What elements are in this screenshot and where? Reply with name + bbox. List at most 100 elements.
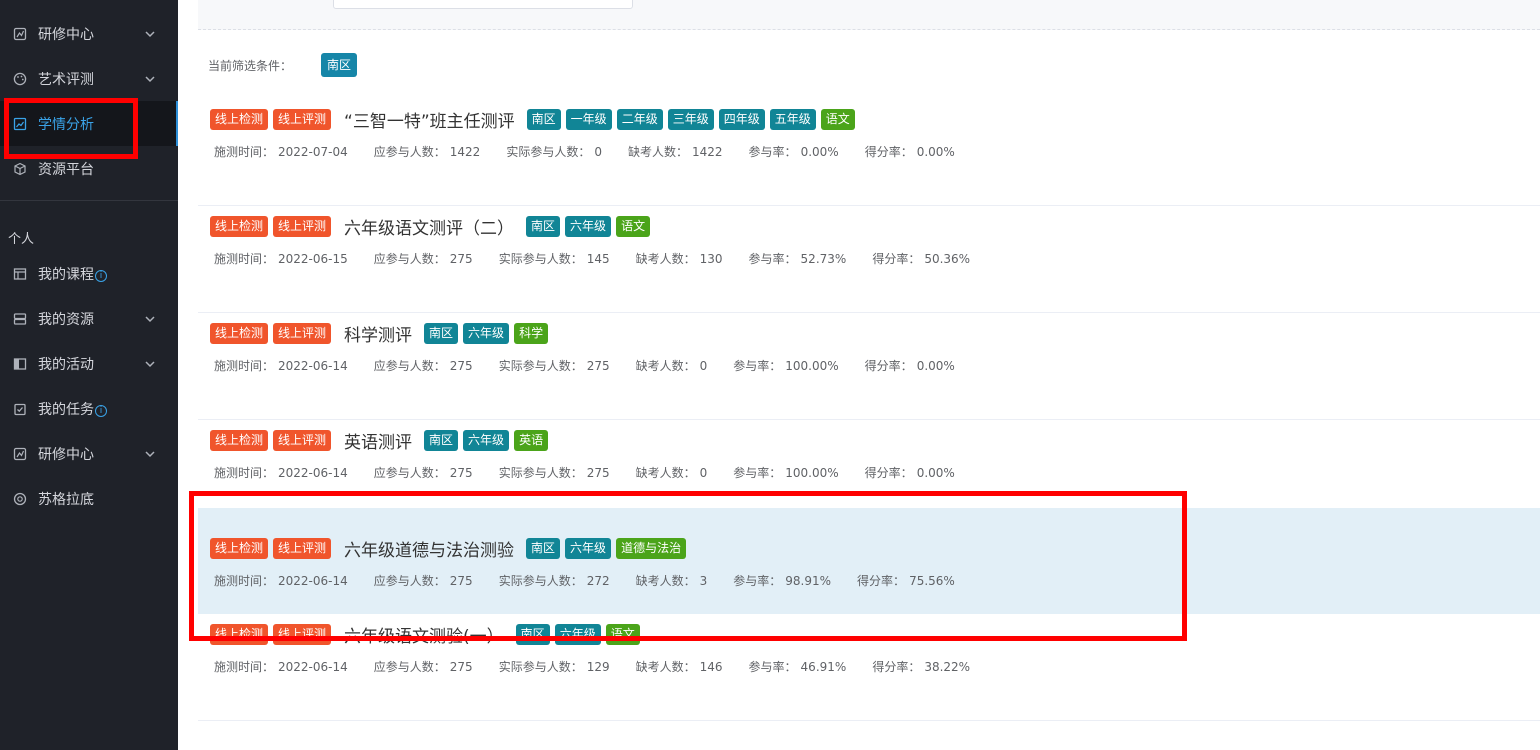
meta-absent: 缺考人数： 1422 (628, 143, 723, 160)
meta-value: 46.91% (800, 660, 847, 674)
filter-tag[interactable]: 南区 (321, 53, 358, 77)
sidebar-divider (0, 200, 178, 201)
meta-actual: 实际参与人数： 272 (499, 572, 610, 589)
meta-label: 参与率： (733, 574, 782, 588)
meta-label: 得分率： (864, 145, 913, 159)
meta-score: 得分率： 0.00% (865, 464, 955, 481)
research-icon (13, 447, 27, 460)
assessment-title-line: 线上检测 线上评测 英语测评 南区 六年级 英语 (210, 428, 553, 453)
subject-tag: 语文 (820, 108, 855, 130)
assessment-row[interactable]: 线上检测 线上评测 六年级语文测验(一） 南区 六年级 语文 施测时间： 2022-06-14… (198, 615, 1540, 721)
type-tag: 线上评测 (273, 429, 332, 451)
meta-label: 实际参与人数： (498, 252, 583, 266)
meta-label: 得分率： (864, 466, 913, 480)
meta-value: 275 (586, 359, 610, 373)
info-icon[interactable]: i (95, 404, 107, 417)
sidebar-item-research-center[interactable]: 研修中心 (0, 11, 178, 56)
meta-label: 施测时间： (214, 359, 275, 373)
assessment-meta: 施测时间： 2022-06-14 应参与人数： 275 实际参与人数： 275 缺考人数： 0… (214, 464, 955, 481)
task-icon (14, 403, 26, 415)
subject-tag: 科学 (514, 322, 549, 344)
assessment-meta: 施测时间： 2022-06-14 应参与人数： 275 实际参与人数： 275 缺考人数： 0… (214, 357, 955, 374)
meta-date: 施测时间： 2022-06-14 (214, 357, 348, 374)
meta-value: 100.00% (785, 359, 839, 373)
sidebar-item-my-tasks[interactable]: 我的任务 i (0, 386, 178, 431)
meta-actual: 实际参与人数： 145 (499, 250, 610, 267)
meta-label: 缺考人数： (635, 466, 696, 480)
meta-label: 应参与人数： (373, 466, 446, 480)
chevron-down-icon (145, 450, 155, 457)
meta-rate: 参与率： 0.00% (749, 143, 839, 160)
meta-label: 参与率： (733, 466, 782, 480)
assessment-title[interactable]: 六年级语文测验(一） (344, 622, 504, 647)
type-tag: 线上检测 (210, 215, 269, 237)
meta-value: 272 (586, 574, 610, 588)
sidebar-item-art-assessment[interactable]: 艺术评测 (0, 56, 178, 101)
assessment-title[interactable]: 六年级道德与法治测验 (344, 536, 514, 561)
sidebar-item-my-courses[interactable]: 我的课程 i (0, 251, 178, 296)
sidebar-item-label: 研修中心 (38, 26, 94, 43)
meta-expected: 应参与人数： 275 (374, 464, 473, 481)
assessment-meta: 施测时间： 2022-06-14 应参与人数： 275 实际参与人数： 272 缺考人数： 3… (214, 572, 955, 589)
sidebar-item-socrates[interactable]: 苏格拉底 (0, 476, 178, 521)
sidebar-item-my-resources[interactable]: 我的资源 (0, 296, 178, 341)
meta-value: 98.91% (785, 574, 832, 588)
type-tag: 线上检测 (210, 429, 269, 451)
assessment-row[interactable]: 线上检测 线上评测 科学测评 南区 六年级 科学 施测时间： 2022-06-14 应参与人数：… (198, 314, 1540, 420)
grade-tag: 四年级 (718, 108, 765, 130)
meta-label: 得分率： (872, 252, 921, 266)
subject-tag: 语文 (605, 623, 640, 645)
meta-score: 得分率： 75.56% (857, 572, 955, 589)
sidebar-item-label: 艺术评测 (38, 71, 94, 88)
meta-value: 2022-06-15 (278, 252, 348, 266)
assessment-meta: 施测时间： 2022-06-15 应参与人数： 275 实际参与人数： 145 缺考人数： 1… (214, 250, 970, 267)
sidebar-item-label: 我的课程 i (38, 264, 107, 284)
search-input[interactable] (333, 0, 633, 9)
meta-score: 得分率： 0.00% (865, 357, 955, 374)
chevron-down-icon (145, 315, 155, 322)
assessment-title[interactable]: 六年级语文测评（二） (344, 214, 514, 239)
meta-label: 实际参与人数： (498, 466, 583, 480)
meta-value: 3 (699, 574, 708, 588)
assessment-title[interactable]: “三智一特”班主任测评 (344, 107, 515, 132)
sidebar-item-my-activities[interactable]: 我的活动 (0, 341, 178, 386)
research-icon (13, 27, 27, 40)
meta-label: 应参与人数： (373, 359, 446, 373)
grade-tag: 南区 (526, 108, 561, 130)
meta-value: 0 (699, 466, 708, 480)
grade-tag: 南区 (526, 215, 561, 237)
assessment-row[interactable]: 线上检测 线上评测 “三智一特”班主任测评 南区 一年级 二年级 三年级 四年级 五年级 语文 施测… (198, 100, 1540, 206)
sidebar-item-learning-analysis[interactable]: 学情分析 (0, 101, 178, 146)
subject-tag: 英语 (514, 429, 549, 451)
meta-label: 施测时间： (214, 252, 275, 266)
assessment-row[interactable]: 线上检测 线上评测 六年级道德与法治测验 南区 六年级 道德与法治 施测时间： 2022-06… (198, 508, 1540, 614)
meta-value: 130 (699, 252, 723, 266)
meta-label: 缺考人数： (627, 145, 688, 159)
grade-tag: 六年级 (565, 537, 612, 559)
meta-value: 2022-06-14 (278, 660, 348, 674)
course-icon (13, 267, 27, 280)
assessment-title[interactable]: 科学测评 (344, 321, 412, 346)
label-text: 我的课程 (38, 266, 94, 283)
type-tag: 线上评测 (273, 322, 332, 344)
section-title-personal: 个人 (8, 232, 35, 247)
sidebar-item-label: 我的资源 (38, 311, 94, 328)
assessment-title-line: 线上检测 线上评测 科学测评 南区 六年级 科学 (210, 321, 553, 346)
sidebar-item-label: 研修中心 (38, 446, 94, 463)
sidebar-item-label: 资源平台 (38, 161, 94, 178)
assessment-title[interactable]: 英语测评 (344, 428, 412, 453)
meta-actual: 实际参与人数： 0 (506, 143, 602, 160)
type-tag: 线上检测 (210, 322, 269, 344)
meta-label: 实际参与人数： (506, 145, 591, 159)
assessment-row[interactable]: 线上检测 线上评测 六年级语文测评（二） 南区 六年级 语文 施测时间： 2022-06-15… (198, 207, 1540, 313)
palette-icon (13, 72, 27, 85)
sidebar-item-label: 我的任务 i (38, 399, 107, 419)
sidebar-item-research-center-2[interactable]: 研修中心 (0, 431, 178, 476)
sidebar-item-resource-platform[interactable]: 资源平台 (0, 146, 178, 191)
meta-value: 0 (594, 145, 602, 159)
meta-value: 275 (449, 252, 473, 266)
meta-actual: 实际参与人数： 129 (499, 658, 610, 675)
info-icon[interactable]: i (95, 269, 107, 282)
meta-label: 施测时间： (214, 660, 275, 674)
meta-label: 参与率： (733, 359, 782, 373)
